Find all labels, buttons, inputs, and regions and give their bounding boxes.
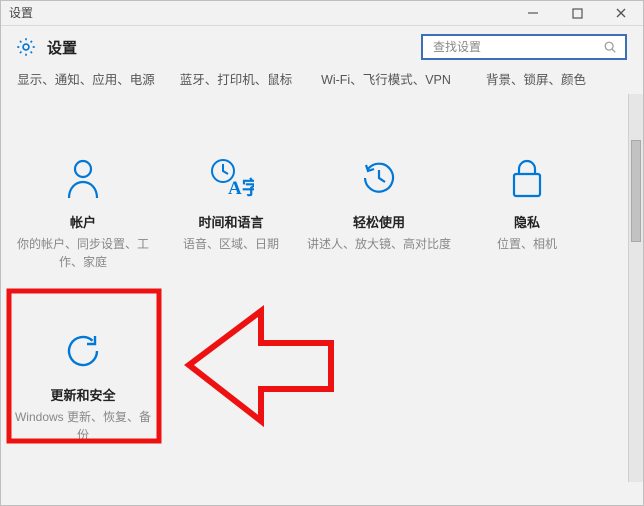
accounts-icon bbox=[11, 154, 155, 202]
svg-text:A字: A字 bbox=[228, 176, 254, 199]
privacy-icon bbox=[455, 154, 599, 202]
tile-time-language[interactable]: A字 时间和语言 语音、区域、日期 bbox=[157, 150, 305, 275]
category-network[interactable]: Wi-Fi、飞行模式、VPN bbox=[311, 70, 461, 90]
settings-window: 设置 设置 bbox=[0, 0, 644, 506]
search-input[interactable] bbox=[431, 39, 603, 55]
page-title: 设置 bbox=[47, 37, 77, 58]
tile-update-security[interactable]: 更新和安全 Windows 更新、恢复、备份 bbox=[9, 323, 157, 448]
window-title: 设置 bbox=[9, 1, 33, 25]
tile-title: 更新和安全 bbox=[11, 385, 155, 404]
minimize-button[interactable] bbox=[511, 1, 555, 25]
titlebar: 设置 bbox=[1, 1, 643, 26]
content-area: 帐户 你的帐户、同步设置、工作、家庭 A字 时间和语言 语音、区域、日期 bbox=[1, 94, 643, 482]
tile-subtitle: 讲述人、放大镜、高对比度 bbox=[307, 235, 451, 253]
update-security-icon bbox=[11, 327, 155, 375]
tile-ease-of-access[interactable]: 轻松使用 讲述人、放大镜、高对比度 bbox=[305, 150, 453, 275]
close-icon bbox=[615, 7, 627, 19]
tile-title: 隐私 bbox=[455, 212, 599, 231]
tile-subtitle: Windows 更新、恢复、备份 bbox=[11, 408, 155, 444]
search-icon bbox=[603, 40, 617, 54]
tile-title: 帐户 bbox=[11, 212, 155, 231]
tile-subtitle: 位置、相机 bbox=[455, 235, 599, 253]
tiles-grid: 帐户 你的帐户、同步设置、工作、家庭 A字 时间和语言 语音、区域、日期 bbox=[1, 150, 629, 482]
tile-privacy[interactable]: 隐私 位置、相机 bbox=[453, 150, 601, 275]
category-system[interactable]: 显示、通知、应用、电源 bbox=[11, 70, 161, 90]
tile-title: 轻松使用 bbox=[307, 212, 451, 231]
time-language-icon: A字 bbox=[159, 154, 303, 202]
tile-subtitle: 语音、区域、日期 bbox=[159, 235, 303, 253]
gear-icon bbox=[15, 36, 37, 58]
category-devices[interactable]: 蓝牙、打印机、鼠标 bbox=[161, 70, 311, 90]
tile-subtitle: 你的帐户、同步设置、工作、家庭 bbox=[11, 235, 155, 271]
search-box[interactable] bbox=[421, 34, 627, 60]
minimize-icon bbox=[527, 7, 539, 19]
scrollbar[interactable] bbox=[628, 94, 643, 482]
tile-accounts[interactable]: 帐户 你的帐户、同步设置、工作、家庭 bbox=[9, 150, 157, 275]
maximize-icon bbox=[572, 8, 583, 19]
header: 设置 bbox=[1, 26, 643, 66]
close-button[interactable] bbox=[599, 1, 643, 25]
window-controls bbox=[511, 1, 643, 25]
category-personal[interactable]: 背景、锁屏、颜色 bbox=[461, 70, 611, 90]
ease-of-access-icon bbox=[307, 154, 451, 202]
tile-title: 时间和语言 bbox=[159, 212, 303, 231]
category-descriptions: 显示、通知、应用、电源 蓝牙、打印机、鼠标 Wi-Fi、飞行模式、VPN 背景、… bbox=[1, 66, 643, 94]
scrollbar-thumb[interactable] bbox=[631, 140, 641, 242]
maximize-button[interactable] bbox=[555, 1, 599, 25]
